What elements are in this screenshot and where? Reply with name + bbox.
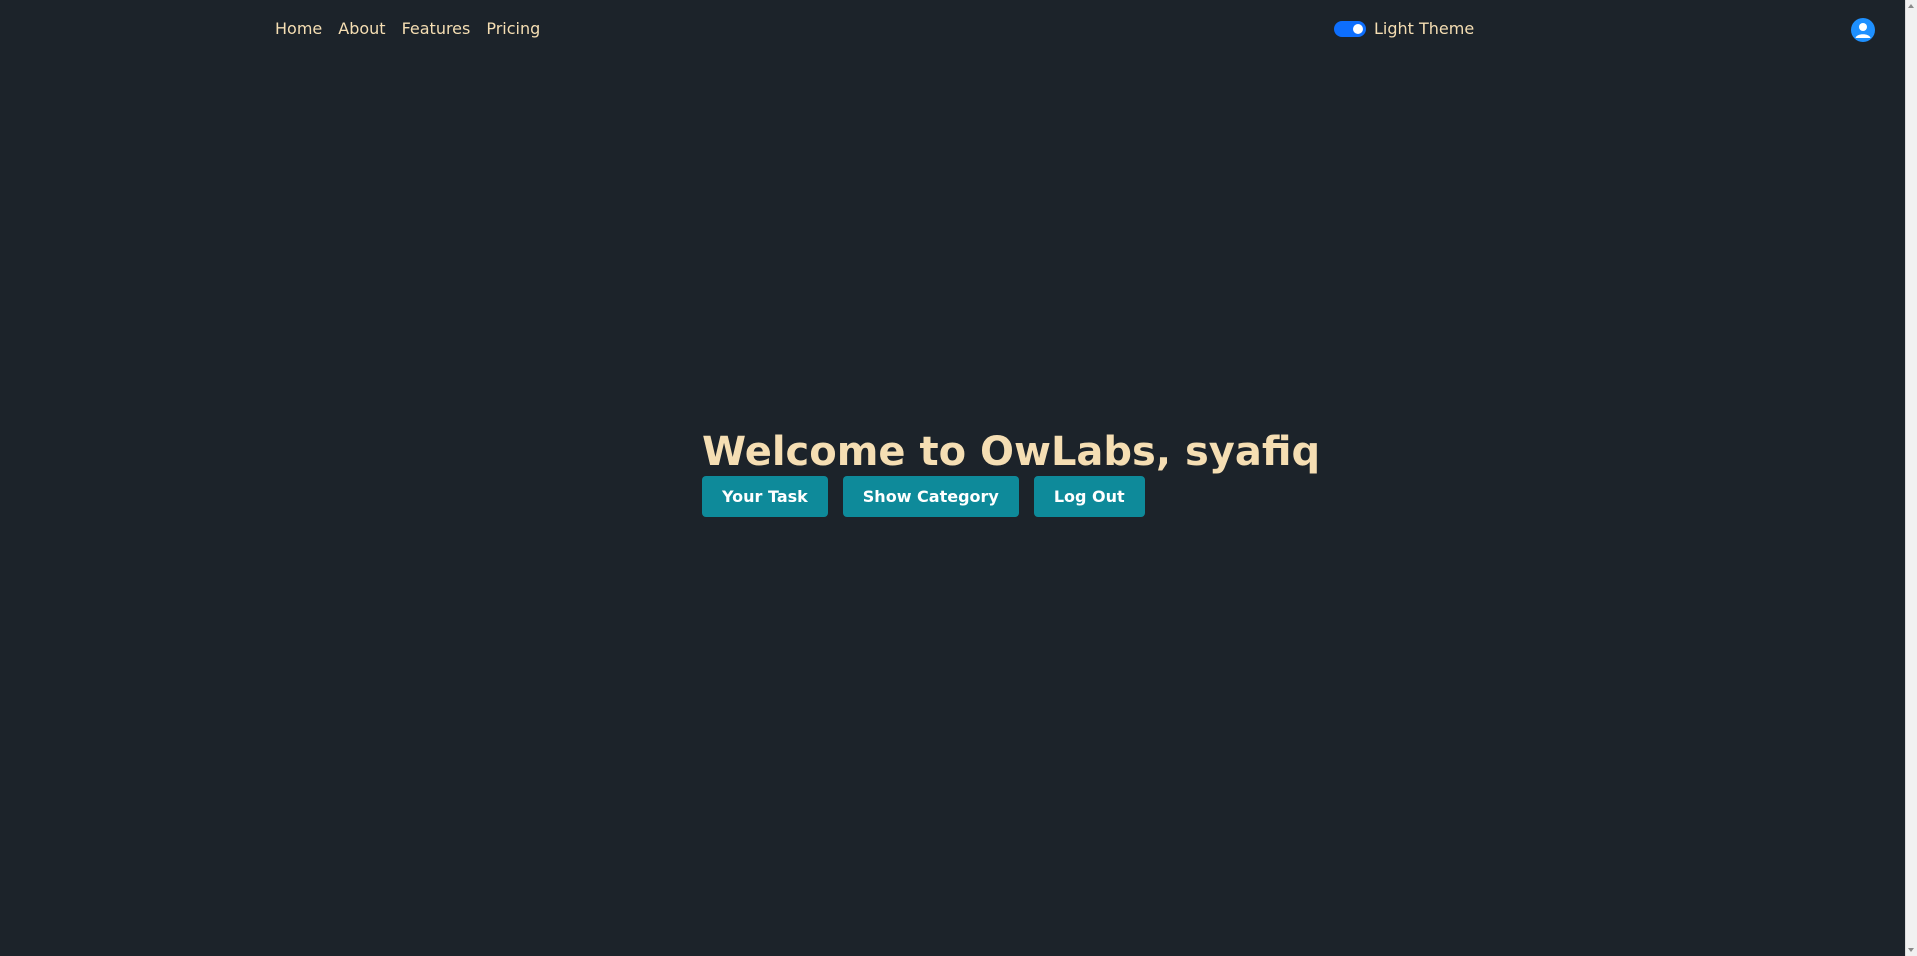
- log-out-button[interactable]: Log Out: [1033, 476, 1145, 517]
- user-avatar-icon[interactable]: [1851, 18, 1875, 42]
- theme-switch[interactable]: [1334, 21, 1366, 37]
- show-category-button[interactable]: Show Category: [842, 476, 1019, 517]
- nav-link-home[interactable]: Home: [275, 18, 322, 40]
- top-nav: Home About Features Pricing: [275, 18, 540, 40]
- chevron-up-icon[interactable]: [1908, 4, 1914, 8]
- action-buttons: Your Task Show Category Log Out: [702, 476, 1320, 517]
- nav-link-pricing[interactable]: Pricing: [486, 18, 540, 40]
- theme-toggle[interactable]: Light Theme: [1334, 18, 1474, 40]
- user-circle-icon: [1855, 23, 1871, 38]
- page-title: Welcome to OwLabs, syafiq: [702, 429, 1321, 475]
- your-task-button[interactable]: Your Task: [702, 476, 828, 517]
- vertical-scrollbar[interactable]: [1905, 0, 1917, 956]
- theme-toggle-label: Light Theme: [1374, 19, 1475, 38]
- theme-switch-knob: [1353, 24, 1363, 34]
- hero: Welcome to OwLabs, syafiq Your Task Show…: [702, 428, 1320, 517]
- chevron-down-icon[interactable]: [1908, 948, 1914, 952]
- nav-link-about[interactable]: About: [338, 18, 385, 40]
- nav-link-features[interactable]: Features: [402, 18, 471, 40]
- page: Home About Features Pricing Light Theme …: [0, 0, 1917, 956]
